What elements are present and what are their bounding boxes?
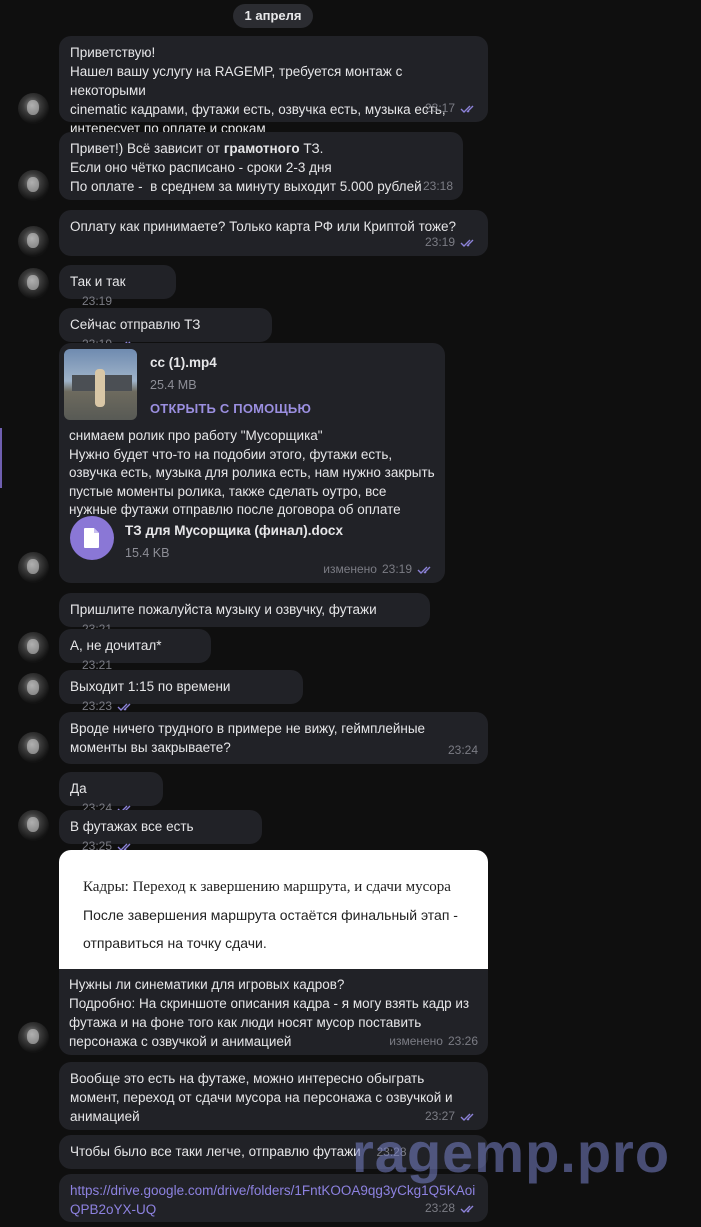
message-text: Приветствую! Нашел вашу услугу на RAGEMP… bbox=[70, 45, 446, 136]
message-bubble[interactable]: Сейчас отправлю ТЗ 23:19 bbox=[59, 308, 272, 351]
message-time: 23:18 bbox=[422, 179, 453, 193]
double-check-icon bbox=[460, 1113, 474, 1121]
message-bubble[interactable]: Привет!) Всё зависит от грамотного ТЗ. Е… bbox=[59, 132, 463, 200]
message-text: Так и так bbox=[70, 274, 126, 289]
document-name: ТЗ для Мусорщика (финал).docx bbox=[125, 523, 343, 538]
double-check-icon bbox=[460, 1205, 474, 1213]
message-bubble[interactable]: Выходит 1:15 по времени 23:23 bbox=[59, 670, 303, 713]
avatar[interactable] bbox=[18, 552, 49, 583]
message-bubble[interactable]: Вроде ничего трудного в примере не вижу,… bbox=[59, 712, 488, 764]
message-bubble[interactable]: В футажах все есть 23:25 bbox=[59, 810, 262, 853]
message-text-bold: грамотного bbox=[223, 141, 300, 156]
message-bubble[interactable]: https://drive.google.com/drive/folders/1… bbox=[59, 1174, 488, 1222]
message-meta: 23:28 bbox=[425, 1199, 478, 1218]
message-bubble[interactable]: Пришлите пожалуйста музыку и озвучку, фу… bbox=[59, 593, 430, 636]
document-size: 15.4 KB bbox=[125, 546, 170, 560]
file-name: cc (1).mp4 bbox=[150, 355, 217, 370]
avatar[interactable] bbox=[18, 673, 49, 704]
document-icon[interactable] bbox=[70, 516, 114, 560]
edited-label: изменено bbox=[323, 562, 377, 576]
message-text: Оплату как принимаете? Только карта РФ и… bbox=[70, 219, 457, 234]
message-bubble[interactable]: Приветствую! Нашел вашу услугу на RAGEMP… bbox=[59, 36, 488, 136]
message-text: Сейчас отправлю ТЗ bbox=[70, 317, 201, 332]
chat-active-indicator bbox=[0, 428, 2, 488]
message-time: 23:28 bbox=[376, 1145, 407, 1159]
avatar[interactable] bbox=[18, 268, 49, 299]
avatar[interactable] bbox=[18, 170, 49, 201]
message-bubble[interactable]: Так и так 23:19 bbox=[59, 265, 176, 308]
message-text: А, не дочитал* bbox=[70, 638, 162, 653]
video-thumbnail[interactable] bbox=[64, 349, 137, 420]
avatar[interactable] bbox=[18, 732, 49, 763]
screenshot-text-line: Кадры: Переход к завершению маршрута, и … bbox=[83, 879, 451, 895]
date-separator: 1 апреля bbox=[233, 4, 313, 28]
message-meta: 23:24 bbox=[448, 741, 478, 760]
avatar[interactable] bbox=[18, 632, 49, 663]
message-text: Вроде ничего трудного в примере не вижу,… bbox=[70, 721, 426, 755]
screenshot-text-line: отправиться на точку сдачи. bbox=[83, 935, 267, 951]
avatar[interactable] bbox=[18, 810, 49, 841]
message-bubble[interactable]: А, не дочитал* 23:21 bbox=[59, 629, 211, 672]
message-text: Вообще это есть на футаже, можно интерес… bbox=[70, 1071, 453, 1124]
message-text: В футажах все есть bbox=[70, 819, 194, 834]
message-meta: изменено 23:19 bbox=[323, 560, 435, 579]
message-meta: изменено 23:26 bbox=[389, 1032, 478, 1051]
double-check-icon bbox=[117, 703, 131, 711]
thumbnail-character bbox=[95, 369, 105, 407]
message-text: Пришлите пожалуйста музыку и озвучку, фу… bbox=[70, 602, 377, 617]
message-time: 23:24 bbox=[447, 743, 478, 757]
avatar[interactable] bbox=[18, 226, 49, 257]
message-text: Привет!) Всё зависит от грамотного ТЗ. Е… bbox=[70, 139, 452, 196]
double-check-icon bbox=[460, 239, 474, 247]
message-bubble[interactable]: Да 23:24 bbox=[59, 772, 163, 815]
message-meta: 23:27 bbox=[425, 1107, 478, 1126]
message-bubble-with-image[interactable]: Кадры: Переход к завершению маршрута, и … bbox=[59, 850, 488, 1055]
message-text: Чтобы было все таки легче, отправлю фута… bbox=[70, 1144, 361, 1159]
message-text-part: Привет!) Всё зависит от bbox=[70, 141, 224, 156]
message-bubble[interactable]: Чтобы было все таки легче, отправлю фута… bbox=[59, 1135, 488, 1169]
message-meta: 23:28 bbox=[376, 1143, 406, 1162]
drive-link[interactable]: https://drive.google.com/drive/folders/1… bbox=[70, 1181, 477, 1219]
message-bubble-with-attachments[interactable]: cc (1).mp4 25.4 MB ОТКРЫТЬ С ПОМОЩЬЮ сни… bbox=[59, 343, 445, 583]
message-meta: 23:19 bbox=[425, 233, 478, 252]
message-meta: 23:18 bbox=[423, 177, 453, 196]
double-check-icon bbox=[460, 105, 474, 113]
edited-label: изменено bbox=[389, 1034, 443, 1048]
message-time: 23:28 bbox=[424, 1201, 455, 1215]
avatar[interactable] bbox=[18, 1022, 49, 1053]
open-with-button[interactable]: ОТКРЫТЬ С ПОМОЩЬЮ bbox=[150, 399, 311, 418]
message-text: Да bbox=[70, 781, 87, 796]
screenshot-text-line: После завершения маршрута остаётся финал… bbox=[83, 907, 458, 923]
file-size: 25.4 MB bbox=[150, 378, 197, 392]
message-time: 23:26 bbox=[447, 1034, 478, 1048]
message-bubble[interactable]: Оплату как принимаете? Только карта РФ и… bbox=[59, 210, 488, 256]
message-text: снимаем ролик про работу "Мусорщика" Нуж… bbox=[69, 428, 435, 517]
message-time: 23:19 bbox=[381, 562, 412, 576]
file-icon bbox=[84, 528, 99, 548]
message-time: 23:19 bbox=[424, 235, 455, 249]
message-time: 23:27 bbox=[424, 1109, 455, 1123]
message-text: Выходит 1:15 по времени bbox=[70, 679, 231, 694]
attached-screenshot[interactable]: Кадры: Переход к завершению маршрута, и … bbox=[59, 850, 488, 969]
message-bubble[interactable]: Вообще это есть на футаже, можно интерес… bbox=[59, 1062, 488, 1130]
message-meta: 23:17 bbox=[425, 99, 478, 118]
avatar[interactable] bbox=[18, 93, 49, 124]
message-time: 23:17 bbox=[424, 101, 455, 115]
double-check-icon bbox=[417, 566, 431, 574]
